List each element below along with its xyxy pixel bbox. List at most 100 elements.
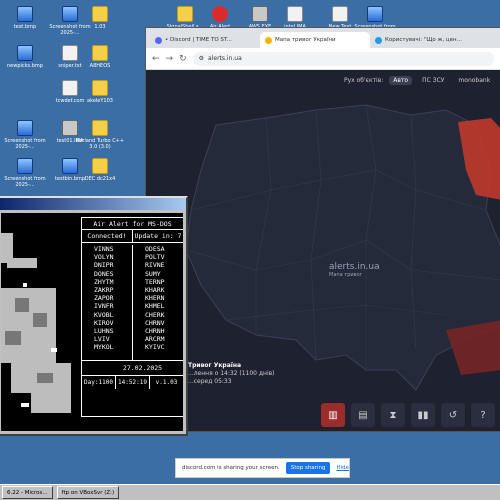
region-column-left: VINNS VOLYN DNIPR DONES ZHYTM ZAKRP ZAPOR IVNFR…	[82, 245, 132, 360]
connection-status: Connected!	[87, 232, 127, 240]
map-watermark: alerts.in.ua Мапа тривог	[329, 262, 380, 278]
folder-icon	[92, 80, 108, 96]
desktop-icon[interactable]: newpicks.bmp	[0, 45, 50, 69]
region-item: DONES	[94, 269, 114, 278]
bmp-icon	[17, 120, 33, 136]
desktop-icon[interactable]: test.bmp	[0, 6, 50, 30]
forward-arrow-icon[interactable]: →	[166, 54, 174, 64]
region-item: VINNS	[94, 245, 114, 253]
desktop-icon[interactable]: akeleY103	[75, 80, 125, 104]
tab-bluesky[interactable]: Користувачі: "Що ж, цен...	[370, 32, 480, 48]
region-item: VOLYN	[94, 253, 114, 262]
clock: 14:52:19	[115, 376, 149, 389]
region-item: IVNFR	[94, 302, 114, 311]
tab-label: Мапа тривог України	[275, 37, 336, 43]
desktop-icon-label: newpicks.bmp	[7, 63, 43, 69]
watermark-subtext: Мапа тривог	[329, 272, 363, 278]
info-line: ...лення о 14:32 (1100 днів)	[188, 370, 275, 377]
taskbar-item-dos[interactable]: 6.22 - Micros...	[2, 486, 53, 499]
region-item: KHERN	[145, 294, 165, 303]
region-item: ZHYTM	[94, 277, 114, 286]
bluesky-icon	[375, 36, 382, 44]
alert-map[interactable]: Рух об'єктів: Авто ПС ЗСУ monobank alert…	[146, 70, 500, 431]
region-item: DNIPR	[94, 261, 114, 270]
stats-button[interactable]: ▮▮	[411, 403, 435, 427]
region-item: LVIV	[94, 335, 110, 344]
list-view-button[interactable]: ▤	[351, 403, 375, 427]
help-button[interactable]: ?	[471, 403, 495, 427]
taskbar-item-ftp[interactable]: ftp on VBoxSvr (Z:)	[56, 486, 120, 499]
day-counter: Day:1100	[84, 379, 113, 386]
region-column-right: ODESA POLTV RIVNE SUMY TERNP KHARK KHERN KHMEL C…	[132, 245, 183, 360]
region-item: CHERK	[145, 310, 165, 319]
legend-ps-zsu[interactable]: ПС ЗСУ	[418, 76, 448, 85]
share-message: discord.com is sharing your screen.	[182, 465, 280, 471]
update-countdown: Update in: 7	[132, 230, 183, 242]
region-item: KIROV	[94, 318, 114, 327]
bmp-icon	[17, 6, 33, 22]
desktop-icon-label: Borland Turbo C++ 3.0 (3.0)	[75, 138, 125, 150]
bmp-icon	[17, 45, 33, 61]
folder-icon	[92, 6, 108, 22]
desktop-icon[interactable]: A8HEOS	[75, 45, 125, 69]
url-input[interactable]: ⚙ alerts.in.ua	[192, 51, 494, 66]
region-item: KHMEL	[145, 302, 165, 311]
history-button[interactable]: ↺	[441, 403, 465, 427]
reload-icon[interactable]: ↻	[179, 54, 187, 64]
map-toolbar: ▥ ▤ ⧗ ▮▮ ↺ ?	[321, 403, 495, 427]
desktop-icon[interactable]: DEC dc21x4	[75, 158, 125, 182]
desktop-icon[interactable]: Borland Turbo C++ 3.0 (3.0)	[75, 120, 125, 150]
info-line: ...серед 05:33	[188, 378, 232, 385]
watermark-text: alerts.in.ua	[329, 262, 380, 272]
file-icon	[332, 6, 348, 22]
bmp-icon	[17, 158, 33, 174]
back-arrow-icon[interactable]: ←	[152, 54, 160, 64]
address-bar: ← → ↻ ⚙ alerts.in.ua	[146, 48, 500, 70]
tab-alert-map[interactable]: Мапа тривог України	[260, 32, 370, 48]
region-item: ARCRM	[145, 335, 165, 344]
dos-title-bar[interactable]	[0, 198, 186, 210]
region-item: RIVNE	[145, 261, 165, 270]
hide-link[interactable]: Hide	[336, 465, 349, 471]
desktop-icon-label: akeleY103	[87, 98, 113, 104]
desktop-icon[interactable]: Screenshot from 2025-...	[0, 120, 50, 150]
dos-window[interactable]: Air Alert for MS-DOS Connected! Update i…	[0, 196, 188, 436]
screen-share-bar: discord.com is sharing your screen. Stop…	[175, 458, 350, 478]
tab-strip: • Discord | TIME TO ST... Мапа тривог Ук…	[146, 28, 500, 48]
desktop-icon-label: Screenshot from 2025-...	[4, 138, 46, 150]
stop-sharing-button[interactable]: Stop sharing	[285, 462, 331, 474]
map-view-button[interactable]: ▥	[321, 403, 345, 427]
region-item: ZAKRP	[94, 285, 114, 294]
status-footer: Day:1100 14:52:19 v.1.03	[82, 375, 183, 389]
status-row: Connected! Update in: 7	[82, 230, 183, 243]
taskbar: 6.22 - Micros... ftp on VBoxSvr (Z:)	[0, 484, 500, 500]
desktop-icon[interactable]: 1.03	[75, 6, 125, 30]
desktop-icon[interactable]: Screenshot from 2025-...	[0, 158, 50, 188]
alert-panel: Air Alert for MS-DOS Connected! Update i…	[81, 217, 183, 417]
region-item: POLTV	[145, 253, 165, 262]
region-item: ZAPOR	[94, 294, 114, 303]
timer-button[interactable]: ⧗	[381, 403, 405, 427]
map-info: Тривог Україна ...лення о 14:32 (1100 дн…	[188, 362, 275, 386]
legend-monobank[interactable]: monobank	[454, 76, 494, 85]
current-date: 27.02.2025	[122, 364, 163, 372]
browser-window: • Discord | TIME TO ST... Мапа тривог Ук…	[145, 27, 500, 432]
legend-auto[interactable]: Авто	[389, 76, 413, 85]
site-info-icon[interactable]: ⚙	[199, 55, 204, 62]
info-title: Тривог Україна	[188, 362, 242, 369]
folder-icon	[92, 45, 108, 61]
folder-icon	[92, 158, 108, 174]
legend-label: Рух об'єктів:	[344, 77, 384, 84]
desktop-icon-label: test.bmp	[13, 24, 37, 30]
region-item: CHRNH	[145, 326, 165, 335]
region-item: CHRNV	[145, 318, 165, 327]
folder-icon	[92, 120, 108, 136]
discord-icon	[155, 36, 162, 44]
app-icon	[252, 6, 268, 22]
desktop-icon-label: 1.03	[94, 24, 106, 30]
region-lists: VINNS VOLYN DNIPR DONES ZHYTM ZAKRP ZAPOR IVNFR…	[82, 243, 183, 361]
tab-discord[interactable]: • Discord | TIME TO ST...	[150, 32, 260, 48]
region-item: TERNP	[145, 277, 165, 286]
file-icon	[287, 6, 303, 22]
alert-favicon-icon	[265, 36, 272, 44]
